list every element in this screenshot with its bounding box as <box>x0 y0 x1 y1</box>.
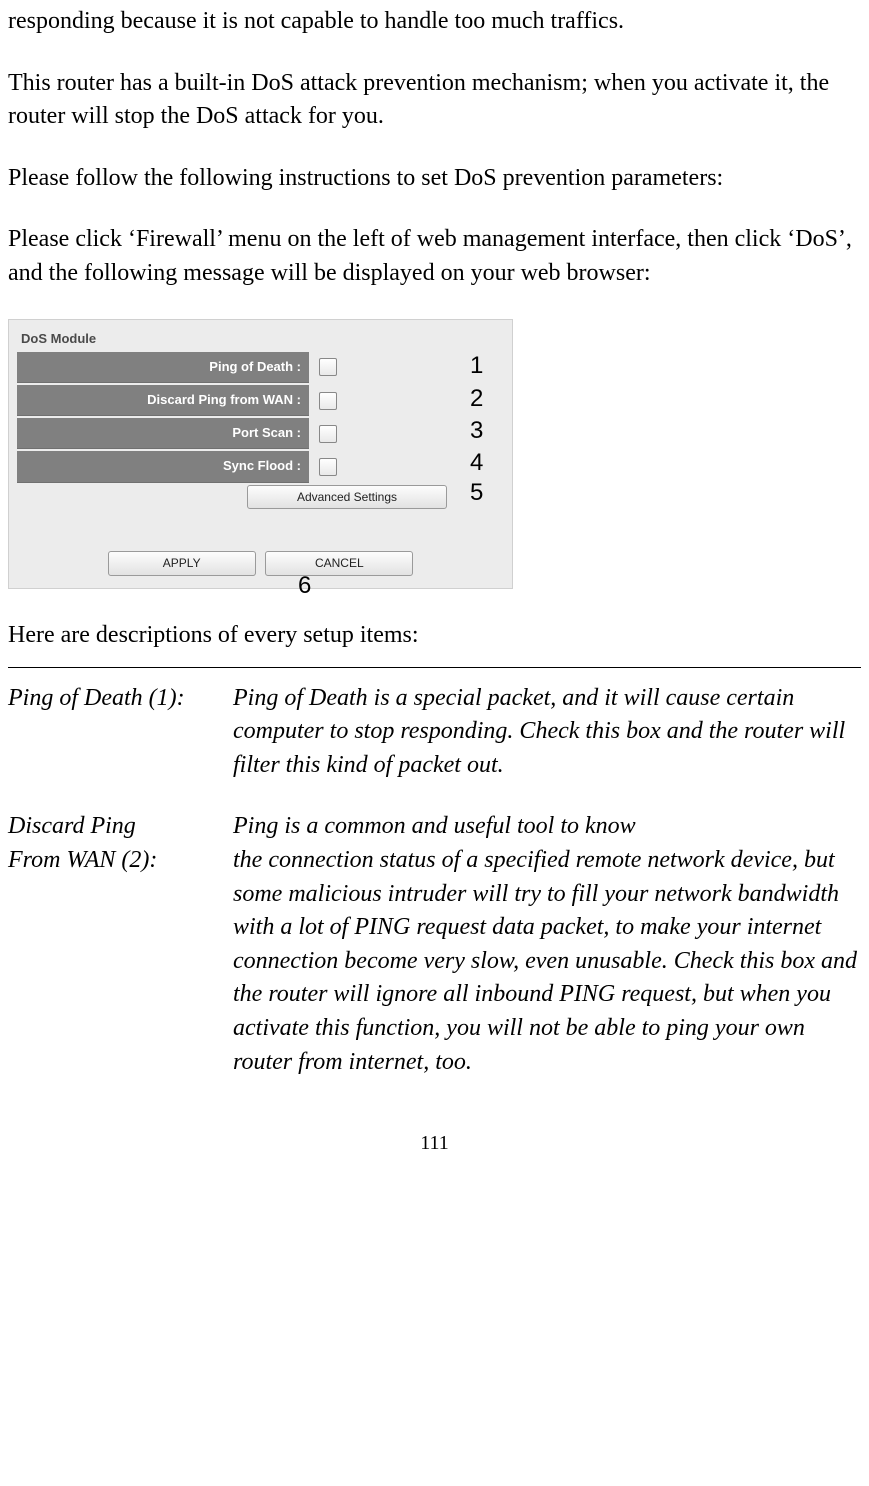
descriptions-table: Ping of Death (1): Ping of Death is a sp… <box>8 682 861 1080</box>
label-port-scan: Port Scan : <box>17 418 309 449</box>
dos-module-panel: DoS Module Ping of Death : Discard Ping … <box>8 319 513 590</box>
para-1: This router has a built-in DoS attack pr… <box>8 67 861 134</box>
text-ping-of-death: Ping of Death is a special packet, and i… <box>233 682 861 783</box>
row-discard-ping-wan: Discard Ping from WAN : <box>17 385 504 416</box>
label-sync-flood: Sync Flood : <box>17 451 309 482</box>
checkbox-ping-of-death[interactable] <box>319 358 337 376</box>
callout-2: 2 <box>470 382 483 416</box>
para-2: Please follow the following instructions… <box>8 162 861 196</box>
row-ping-of-death: Ping of Death : <box>17 352 504 383</box>
advanced-settings-button[interactable]: Advanced Settings <box>247 485 447 510</box>
row-sync-flood: Sync Flood : <box>17 451 504 482</box>
callout-5: 5 <box>470 476 483 510</box>
checkbox-sync-flood[interactable] <box>319 458 337 476</box>
para-3: Please click ‘Firewall’ menu on the left… <box>8 223 861 290</box>
callout-4: 4 <box>470 446 483 480</box>
divider <box>8 667 861 668</box>
checkbox-port-scan[interactable] <box>319 425 337 443</box>
dos-module-title: DoS Module <box>17 328 504 350</box>
row-port-scan: Port Scan : <box>17 418 504 449</box>
description-row-discard-ping-b: From WAN (2): the connection status of a… <box>8 844 861 1079</box>
description-row-discard-ping-a: Discard Ping Ping is a common and useful… <box>8 810 861 844</box>
label-ping-of-death: Ping of Death : <box>17 352 309 383</box>
text-discard-ping-a: Ping is a common and useful tool to know <box>233 810 861 844</box>
callout-1: 1 <box>470 349 483 383</box>
page-number: 111 <box>8 1129 861 1157</box>
callout-6: 6 <box>298 569 311 603</box>
description-row-ping-of-death: Ping of Death (1): Ping of Death is a sp… <box>8 682 861 783</box>
apply-button[interactable]: APPLY <box>108 551 256 576</box>
checkbox-discard-ping-wan[interactable] <box>319 392 337 410</box>
descriptions-intro: Here are descriptions of every setup ite… <box>8 619 861 653</box>
term-discard-ping-a: Discard Ping <box>8 810 233 844</box>
text-discard-ping-b: the connection status of a specified rem… <box>233 844 861 1079</box>
para-0: responding because it is not capable to … <box>8 5 861 39</box>
cancel-button[interactable]: CANCEL <box>265 551 413 576</box>
dos-module-screenshot: DoS Module Ping of Death : Discard Ping … <box>8 319 513 590</box>
term-discard-ping-b: From WAN (2): <box>8 844 233 1079</box>
label-discard-ping-wan: Discard Ping from WAN : <box>17 385 309 416</box>
callout-3: 3 <box>470 414 483 448</box>
term-ping-of-death: Ping of Death (1): <box>8 682 233 783</box>
